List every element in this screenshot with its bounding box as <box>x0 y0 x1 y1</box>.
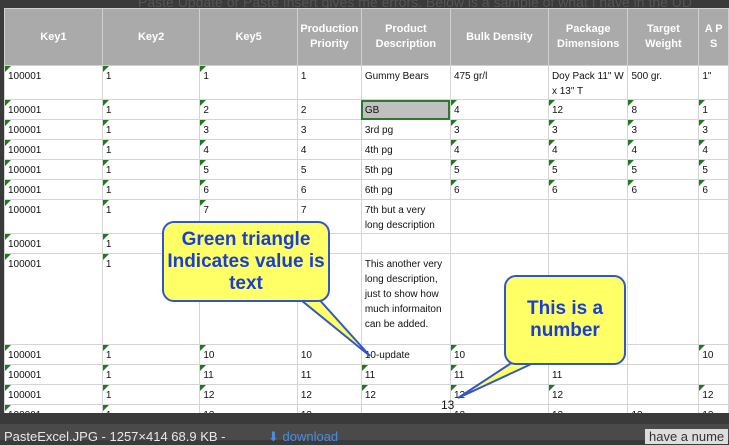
callout-pointers <box>293 295 541 399</box>
file-info: PasteExcel.JPG - 1257×414 68.9 KB - <box>4 429 226 444</box>
download-link[interactable]: ⬇ download <box>268 429 338 445</box>
callout-number: This is a number <box>504 275 626 365</box>
callout-number-pointer <box>457 359 541 399</box>
background-text-snippet: have a nume <box>645 429 729 444</box>
callout-text-indicator: Green triangle Indicates value is text <box>162 221 330 302</box>
image-footer: PasteExcel.JPG - 1257×414 68.9 KB - ⬇ do… <box>0 424 729 444</box>
number-label: 13 <box>441 398 455 412</box>
callout-text-pointer <box>293 295 371 357</box>
